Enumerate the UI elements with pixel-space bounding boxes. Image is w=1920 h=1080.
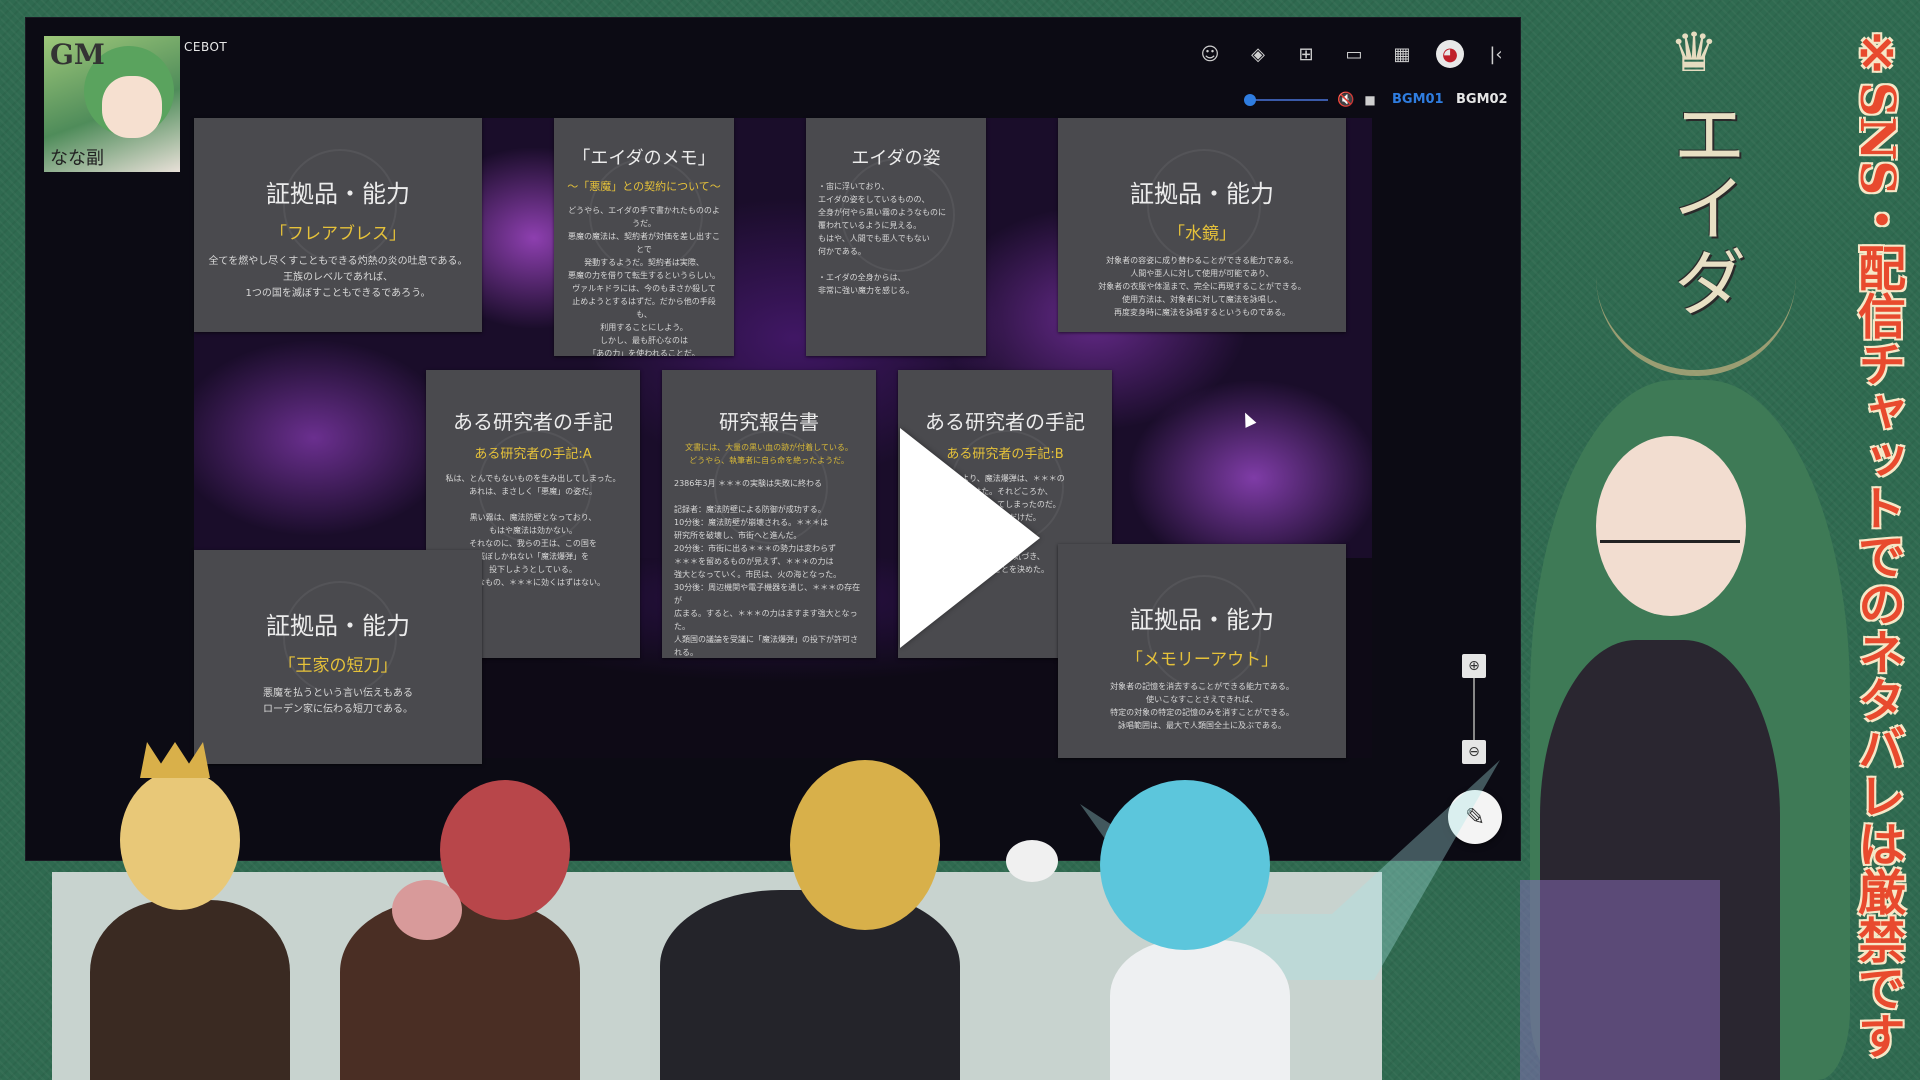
bgm02-button[interactable]: BGM02 xyxy=(1456,92,1508,107)
card-subtitle: ある研究者の手記:A xyxy=(474,447,592,462)
gm-avatar[interactable]: GM なな副 xyxy=(44,36,180,172)
card-body: 全てを燃やし尽くすこともできる灼熱の炎の吐息である。 王族のレベルであれば、 1… xyxy=(208,256,468,299)
card-body: 対象者の容姿に成り替わることができる能力である。 人間や亜人に対して使用が可能で… xyxy=(1098,256,1306,317)
crown-icon: ♛ xyxy=(1669,21,1719,84)
card-body: 2386年3月 ＊＊＊の実験は失敗に終わる 記録者：魔法防壁による防御が成功する… xyxy=(674,479,861,657)
card-subtitle: 「メモリーアウト」 xyxy=(1125,650,1279,670)
card-water-mirror[interactable]: 証拠品・能力 「水鏡」 対象者の容姿に成り替わることができる能力である。 人間や… xyxy=(1058,118,1346,332)
card-flare-breath[interactable]: 証拠品・能力 「フレアブレス」 全てを燃やし尽くすこともできる灼熱の炎の吐息であ… xyxy=(194,118,482,332)
card-eida-figure[interactable]: エイダの姿 ・宙に浮いており、 エイダの姿をしているものの、 全身が何やら黒い霧… xyxy=(806,118,986,356)
card-title: 証拠品・能力 xyxy=(266,612,410,640)
volume-slider[interactable] xyxy=(1248,99,1328,101)
card-subtitle: 〜「悪魔」との契約について〜 xyxy=(567,180,721,193)
card-note: 文書には、大量の黒い血の跡が付着している。 どうやら、執筆者に自ら命を絶ったよう… xyxy=(685,443,853,465)
play-icon[interactable] xyxy=(900,428,1040,648)
card-title: ある研究者の手記 xyxy=(453,410,613,434)
card-title: 「エイダのメモ」 xyxy=(572,148,716,169)
card-body: 悪魔を払うという言い伝えもある ローデン家に伝わる短刀である。 xyxy=(263,688,413,715)
cebot-window: CEBOT ☺ ◈ ⊞ ▭ ▦ ◕ |‹ GM なな副 🔇 ■ BGM01 BG… xyxy=(26,18,1520,860)
card-title: 証拠品・能力 xyxy=(1130,606,1274,634)
card-title: 研究報告書 xyxy=(719,410,819,434)
screen-icon[interactable]: ▭ xyxy=(1340,40,1368,68)
card-research-report[interactable]: 研究報告書 文書には、大量の黒い血の跡が付着している。 どうやら、執筆者に自ら命… xyxy=(662,370,876,658)
spoiler-warning: ※SNS・配信チャットでのネタバレは厳禁です xyxy=(1849,26,1905,1060)
avatar-signature: なな副 xyxy=(50,148,104,169)
bgm01-button[interactable]: BGM01 xyxy=(1392,92,1444,107)
card-eida-memo[interactable]: 「エイダのメモ」 〜「悪魔」との契約について〜 どうやら、エイダの手で書かれたも… xyxy=(554,118,734,356)
zoom-out-icon[interactable]: ⊖ xyxy=(1462,740,1486,764)
card-title: 証拠品・能力 xyxy=(1130,180,1274,208)
scene-icon[interactable]: ▦ xyxy=(1388,40,1416,68)
collapse-icon[interactable]: |‹ xyxy=(1482,40,1510,68)
app-title: CEBOT xyxy=(184,40,228,54)
zoom-in-icon[interactable]: ⊕ xyxy=(1462,654,1486,678)
avatar-gm-text: GM xyxy=(50,38,105,71)
card-subtitle: 「フレアブレス」 xyxy=(270,224,406,244)
layers-icon[interactable]: ◈ xyxy=(1244,40,1272,68)
card-body: ・宙に浮いており、 エイダの姿をしているものの、 全身が何やら黒い霧のようなもの… xyxy=(818,182,946,295)
volume-knob[interactable] xyxy=(1244,94,1256,106)
card-body: どうやら、エイダの手で書かれたもののようだ。 悪魔の魔法は、契約者が対価を差し出… xyxy=(568,206,720,356)
add-note-icon[interactable]: ⊞ xyxy=(1292,40,1320,68)
zoom-slider[interactable] xyxy=(1473,678,1475,740)
card-body: 対象者の記憶を消去することができる能力である。 使いこなすことさえできれば、 特… xyxy=(1110,682,1294,730)
stop-icon[interactable]: ■ xyxy=(1356,86,1384,114)
card-subtitle: 「水鏡」 xyxy=(1168,224,1236,244)
card-memory-out[interactable]: 証拠品・能力 「メモリーアウト」 対象者の記憶を消去することができる能力である。… xyxy=(1058,544,1346,758)
card-royal-dagger[interactable]: 証拠品・能力 「王家の短刀」 悪魔を払うという言い伝えもある ローデン家に伝わる… xyxy=(194,550,482,764)
card-title: エイダの姿 xyxy=(851,148,941,169)
card-title: 証拠品・能力 xyxy=(266,180,410,208)
avatar-face xyxy=(102,76,162,138)
avatar-icon[interactable]: ◕ xyxy=(1436,40,1464,68)
face-icon[interactable]: ☺ xyxy=(1196,40,1224,68)
top-bar: CEBOT ☺ ◈ ⊞ ▭ ▦ ◕ |‹ xyxy=(26,18,1520,68)
card-subtitle: 「王家の短刀」 xyxy=(278,656,398,676)
